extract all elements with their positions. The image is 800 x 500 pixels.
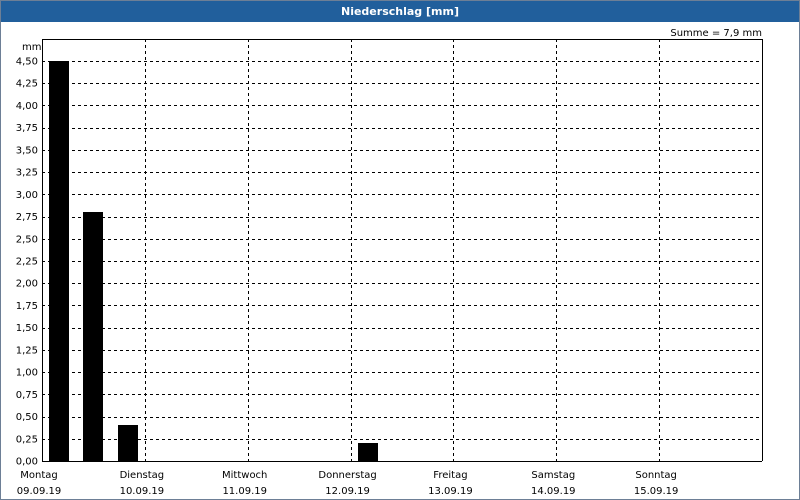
x-day-label: Sonntag	[635, 470, 677, 481]
x-day-label: Dienstag	[120, 470, 165, 481]
precipitation-chart: 0,00 0,25 0,50 0,75 1,00 1,25 1,50 1,75 2,00 2,25…	[16, 28, 763, 497]
y-tick-label: 2,75	[16, 212, 38, 223]
x-day-label: Samstag	[531, 470, 575, 481]
bar	[83, 212, 103, 461]
y-tick-label: 1,25	[16, 345, 38, 356]
y-tick-label: 1,00	[16, 368, 38, 379]
x-date-label: 09.09.19	[17, 486, 62, 497]
x-day-label: Donnerstag	[318, 470, 376, 481]
y-tick-label: 0,75	[16, 390, 38, 401]
y-tick-label: 4,50	[16, 57, 38, 68]
y-tick-label: 4,25	[16, 79, 38, 90]
bar	[358, 443, 378, 461]
bar-series	[49, 61, 378, 461]
y-tick-label: 2,00	[16, 279, 38, 290]
x-day-label: Montag	[20, 470, 57, 481]
x-date-label: 12.09.19	[325, 486, 370, 497]
y-tick-label: 1,75	[16, 301, 38, 312]
y-tick-label: 0,50	[16, 412, 38, 423]
x-date-label: 10.09.19	[120, 486, 165, 497]
y-tick-labels: 0,00 0,25 0,50 0,75 1,00 1,25 1,50 1,75 2,00 2,25…	[16, 57, 38, 468]
x-date-label: 15.09.19	[634, 486, 679, 497]
y-axis-unit: mm	[22, 42, 41, 53]
y-tick-label: 4,00	[16, 101, 38, 112]
y-tick-label: 3,25	[16, 168, 38, 179]
y-tick-label: 0,00	[16, 457, 38, 468]
x-day-label: Freitag	[433, 470, 467, 481]
x-date-label: 14.09.19	[531, 486, 576, 497]
x-tick-labels: Montag 09.09.19 Dienstag 10.09.19 Mittwoch 11…	[17, 470, 679, 497]
bar	[118, 425, 138, 461]
bar	[49, 61, 69, 461]
y-tick-label: 2,25	[16, 257, 38, 268]
y-tick-label: 3,00	[16, 190, 38, 201]
x-date-label: 11.09.19	[222, 486, 267, 497]
y-tick-label: 1,50	[16, 323, 38, 334]
y-tick-label: 3,75	[16, 123, 38, 134]
sum-label: Summe = 7,9 mm	[670, 28, 762, 39]
y-tick-label: 3,50	[16, 145, 38, 156]
grid-lines	[42, 39, 762, 461]
x-day-label: Mittwoch	[222, 470, 267, 481]
y-tick-label: 0,25	[16, 434, 38, 445]
axes	[42, 39, 763, 462]
x-date-label: 13.09.19	[428, 486, 473, 497]
y-tick-label: 2,50	[16, 234, 38, 245]
